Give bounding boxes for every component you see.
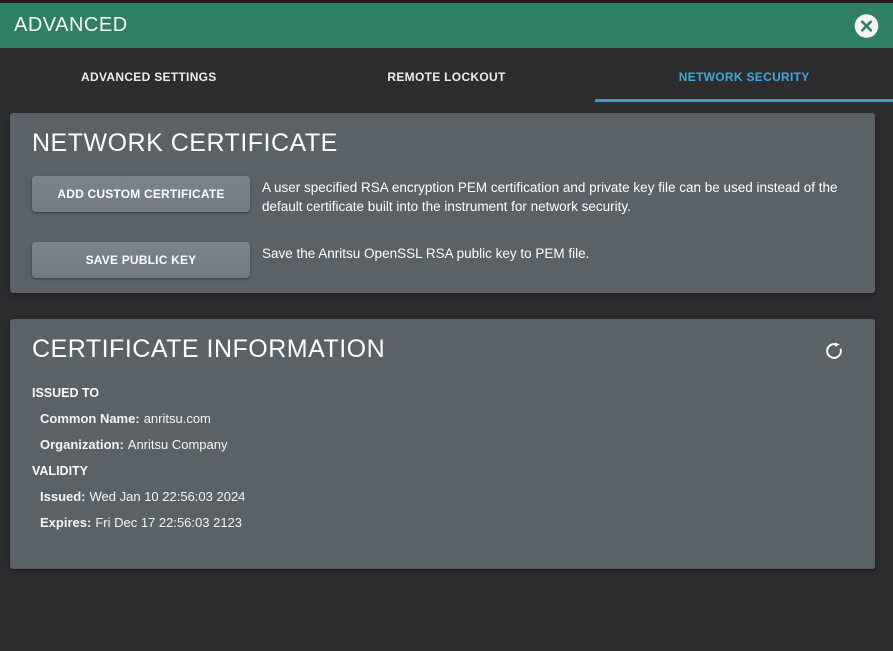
dialog-title: ADVANCED <box>14 14 128 37</box>
tab-bar: ADVANCED SETTINGS REMOTE LOCKOUT NETWORK… <box>0 48 893 102</box>
certificate-information-title: CERTIFICATE INFORMATION <box>32 334 385 364</box>
expires-field: Expires: Fri Dec 17 22:56:03 2123 <box>32 515 853 530</box>
issued-to-heading: ISSUED TO <box>32 386 853 400</box>
expires-label: Expires: <box>40 515 91 530</box>
certificate-information-title-row: CERTIFICATE INFORMATION <box>32 334 853 364</box>
add-custom-certificate-row: ADD CUSTOM CERTIFICATE A user specified … <box>32 176 853 216</box>
common-name-label: Common Name: <box>40 411 140 426</box>
organization-value: Anritsu Company <box>128 437 228 452</box>
save-public-key-button[interactable]: SAVE PUBLIC KEY <box>32 242 250 278</box>
issued-value: Wed Jan 10 22:56:03 2024 <box>90 489 246 504</box>
add-custom-certificate-description: A user specified RSA encryption PEM cert… <box>262 176 853 216</box>
advanced-dialog: ADVANCED ADVANCED SETTINGS REMOTE LOCKOU… <box>0 0 893 651</box>
refresh-button[interactable] <box>823 340 845 362</box>
organization-field: Organization: Anritsu Company <box>32 437 853 452</box>
close-icon <box>853 12 880 39</box>
common-name-field: Common Name: anritsu.com <box>32 411 853 426</box>
dialog-header: ADVANCED <box>0 0 893 48</box>
save-public-key-row: SAVE PUBLIC KEY Save the Anritsu OpenSSL… <box>32 242 853 278</box>
refresh-icon <box>823 340 845 362</box>
organization-label: Organization: <box>40 437 124 452</box>
certificate-information-panel: CERTIFICATE INFORMATION ISSUED TO Common… <box>10 319 875 569</box>
tab-advanced-settings[interactable]: ADVANCED SETTINGS <box>0 48 298 102</box>
network-certificate-title: NETWORK CERTIFICATE <box>32 128 853 158</box>
tab-remote-lockout[interactable]: REMOTE LOCKOUT <box>298 48 596 102</box>
issued-field: Issued: Wed Jan 10 22:56:03 2024 <box>32 489 853 504</box>
expires-value: Fri Dec 17 22:56:03 2123 <box>95 515 242 530</box>
tab-network-security[interactable]: NETWORK SECURITY <box>595 48 893 102</box>
network-certificate-panel: NETWORK CERTIFICATE ADD CUSTOM CERTIFICA… <box>10 113 875 293</box>
common-name-value: anritsu.com <box>144 411 211 426</box>
issued-label: Issued: <box>40 489 86 504</box>
validity-heading: VALIDITY <box>32 464 853 478</box>
close-button[interactable] <box>853 12 880 39</box>
add-custom-certificate-button[interactable]: ADD CUSTOM CERTIFICATE <box>32 176 250 212</box>
save-public-key-description: Save the Anritsu OpenSSL RSA public key … <box>262 242 589 264</box>
